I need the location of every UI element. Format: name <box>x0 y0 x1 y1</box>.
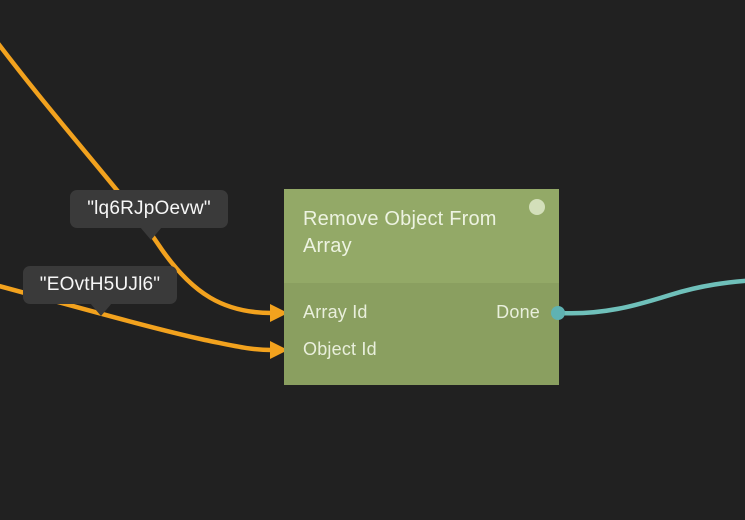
port-row: Array Id Done <box>303 298 540 326</box>
wire-output-done[interactable] <box>560 280 745 313</box>
value-tooltip-object-id: "EOvtH5UJl6" <box>23 266 177 304</box>
output-port-done[interactable]: Done <box>496 302 540 323</box>
node-header[interactable]: Remove Object From Array <box>284 189 559 283</box>
port-row: Object Id <box>303 335 540 363</box>
tooltip-pointer-icon <box>140 227 162 240</box>
node-body: Array Id Done Object Id <box>284 283 559 385</box>
status-dot-icon <box>529 199 545 215</box>
tooltip-pointer-icon <box>90 303 112 316</box>
tooltip-text: "EOvtH5UJl6" <box>40 274 160 296</box>
value-tooltip-array-id: "lq6RJpOevw" <box>70 190 228 228</box>
done-port-connector-icon[interactable] <box>551 306 565 320</box>
node-graph-canvas[interactable]: Remove Object From Array Array Id Done O… <box>0 0 745 520</box>
input-port-array-id[interactable]: Array Id <box>303 302 368 323</box>
node-remove-object-from-array[interactable]: Remove Object From Array Array Id Done O… <box>284 189 559 385</box>
node-title: Remove Object From Array <box>303 206 519 260</box>
input-port-object-id[interactable]: Object Id <box>303 339 377 360</box>
tooltip-text: "lq6RJpOevw" <box>87 198 211 220</box>
